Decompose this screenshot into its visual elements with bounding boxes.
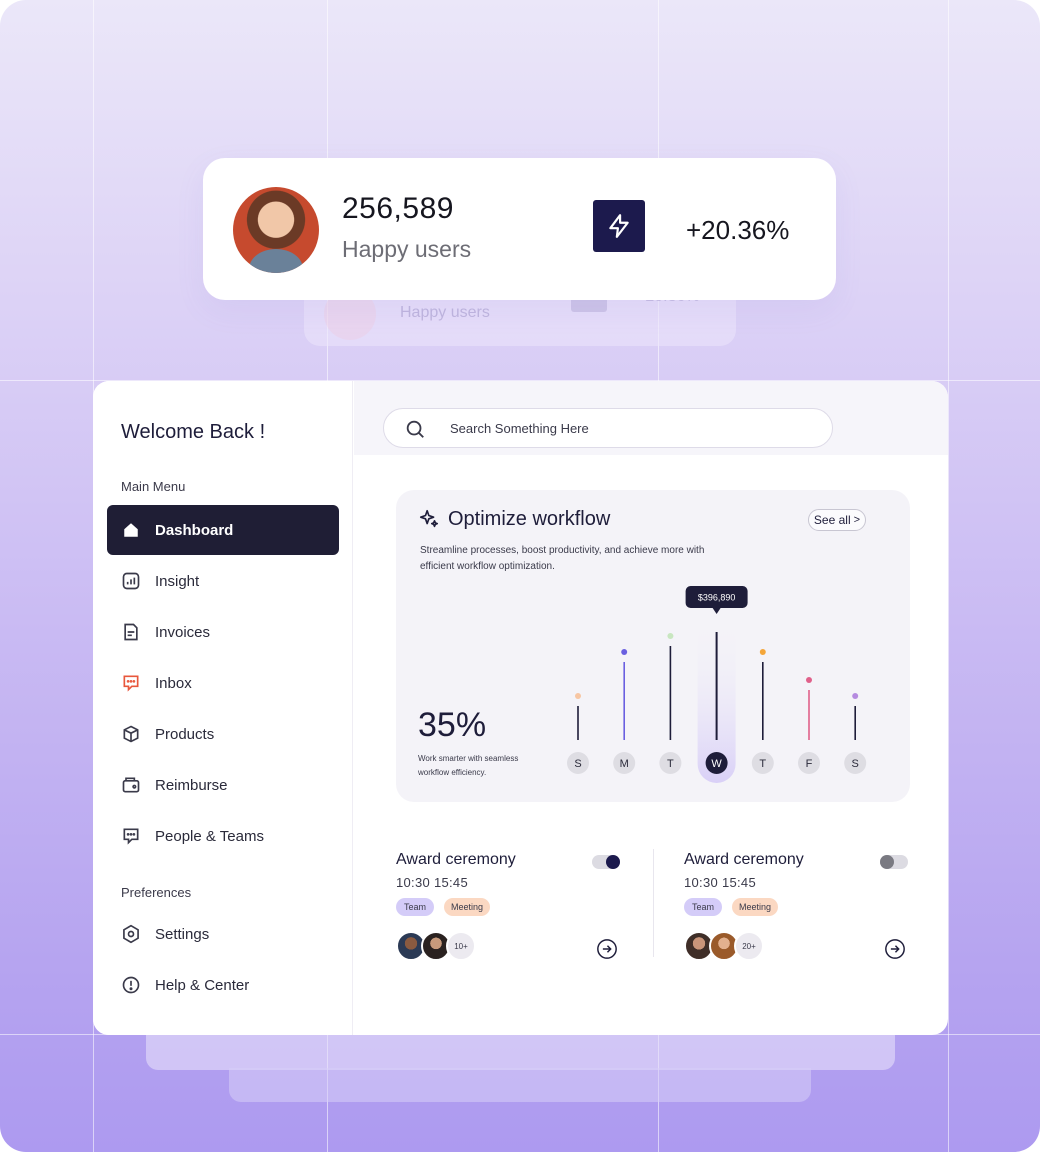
toggle-knob bbox=[880, 855, 894, 869]
workflow-card: Optimize workflow See all > Streamline p… bbox=[396, 490, 910, 802]
event-card: Award ceremony 10:30 15:45 Team Meeting … bbox=[396, 851, 636, 971]
sidebar-item-settings[interactable]: Settings bbox=[107, 909, 339, 959]
sidebar-item-label: Invoices bbox=[155, 623, 211, 641]
day-label: F bbox=[806, 758, 813, 770]
event-card: Award ceremony 10:30 15:45 Team Meeting … bbox=[684, 851, 924, 971]
sidebar-item-invoices[interactable]: Invoices bbox=[107, 607, 339, 657]
chat-icon bbox=[121, 673, 141, 693]
sidebar-item-dashboard[interactable]: Dashboard bbox=[107, 505, 339, 555]
home-icon bbox=[121, 520, 141, 540]
invoice-icon bbox=[121, 622, 141, 642]
stack-layer bbox=[146, 1032, 895, 1070]
sidebar-item-label: Help & Center bbox=[155, 976, 250, 994]
day-label: S bbox=[852, 758, 859, 770]
event-time: 10:30 15:45 bbox=[684, 875, 756, 890]
attendee-count: 10+ bbox=[446, 931, 476, 961]
sidebar-item-products[interactable]: Products bbox=[107, 709, 339, 759]
event-toggle[interactable] bbox=[880, 855, 908, 869]
chart-icon bbox=[121, 571, 141, 591]
main-menu-label: Main Menu bbox=[121, 479, 186, 494]
people-chat-icon bbox=[121, 826, 141, 846]
background-canvas: Happy users +20.36% 256,589 Happy users … bbox=[0, 0, 1040, 1152]
main-content: Search Something Here Optimize workflow … bbox=[354, 381, 948, 1035]
sidebar-item-label: People & Teams bbox=[155, 827, 264, 845]
grid-line bbox=[948, 0, 949, 1152]
day-label: T bbox=[759, 758, 766, 770]
event-title: Award ceremony bbox=[396, 851, 516, 868]
day-label: W bbox=[711, 758, 722, 770]
stats-number: 256,589 bbox=[342, 192, 454, 225]
chart-dot bbox=[759, 649, 766, 655]
arrow-right-icon[interactable] bbox=[596, 938, 618, 960]
divider bbox=[653, 849, 654, 957]
wallet-icon bbox=[121, 775, 141, 795]
arrow-right-icon[interactable] bbox=[884, 938, 906, 960]
sidebar-item-label: Products bbox=[155, 725, 215, 743]
chart-dot bbox=[575, 693, 581, 699]
chart-dot bbox=[667, 633, 674, 639]
search-placeholder: Search Something Here bbox=[450, 421, 589, 436]
attendee-avatars: 10+ bbox=[396, 931, 516, 963]
sidebar-item-label: Settings bbox=[155, 925, 210, 943]
sidebar-item-label: Insight bbox=[155, 572, 200, 590]
day-label: T bbox=[667, 758, 674, 770]
attendee-count: 20+ bbox=[734, 931, 764, 961]
tooltip-pointer bbox=[712, 608, 721, 614]
tag-team: Team bbox=[396, 898, 434, 916]
day-label: M bbox=[620, 758, 629, 770]
event-title: Award ceremony bbox=[684, 851, 804, 868]
sidebar-item-label: Reimburse bbox=[155, 776, 228, 794]
attendee-avatars: 20+ bbox=[684, 931, 804, 963]
box-icon bbox=[121, 724, 141, 744]
bolt-icon bbox=[593, 200, 645, 252]
preferences-label: Preferences bbox=[121, 885, 192, 900]
chart-dot bbox=[621, 649, 628, 655]
event-toggle[interactable] bbox=[592, 855, 620, 869]
event-time: 10:30 15:45 bbox=[396, 875, 468, 890]
sidebar-item-label: Dashboard bbox=[155, 521, 234, 539]
info-icon bbox=[121, 975, 141, 995]
toggle-knob bbox=[606, 855, 620, 869]
sidebar-item-inbox[interactable]: Inbox bbox=[107, 658, 339, 708]
welcome-title: Welcome Back ! bbox=[121, 421, 266, 443]
sidebar: Welcome Back ! Main Menu Dashboard Insig… bbox=[93, 381, 353, 1035]
search-input[interactable]: Search Something Here bbox=[383, 408, 833, 448]
sidebar-item-insight[interactable]: Insight bbox=[107, 556, 339, 606]
chart-dot bbox=[806, 677, 812, 683]
sidebar-item-help[interactable]: Help & Center bbox=[107, 960, 339, 1010]
sidebar-item-reimburse[interactable]: Reimburse bbox=[107, 760, 339, 810]
tag-meeting: Meeting bbox=[732, 898, 778, 916]
dashboard-window: Welcome Back ! Main Menu Dashboard Insig… bbox=[93, 381, 948, 1035]
stats-label: Happy users bbox=[342, 236, 472, 262]
weekly-chart: S M T W T F S $396,890 bbox=[567, 586, 867, 783]
stats-change: +20.36% bbox=[686, 215, 790, 245]
tag-team: Team bbox=[684, 898, 722, 916]
stats-card: 256,589 Happy users +20.36% bbox=[203, 158, 836, 300]
stack-layer bbox=[229, 1068, 811, 1102]
sidebar-item-people-teams[interactable]: People & Teams bbox=[107, 811, 339, 861]
gear-icon bbox=[121, 924, 141, 944]
sidebar-item-label: Inbox bbox=[155, 674, 192, 692]
day-label: S bbox=[574, 758, 581, 770]
tooltip-label: $396,890 bbox=[698, 593, 736, 603]
ghost-label: Happy users bbox=[400, 304, 490, 321]
tag-meeting: Meeting bbox=[444, 898, 490, 916]
search-icon bbox=[406, 420, 424, 438]
avatar bbox=[233, 187, 319, 273]
chart-dot bbox=[852, 693, 859, 699]
